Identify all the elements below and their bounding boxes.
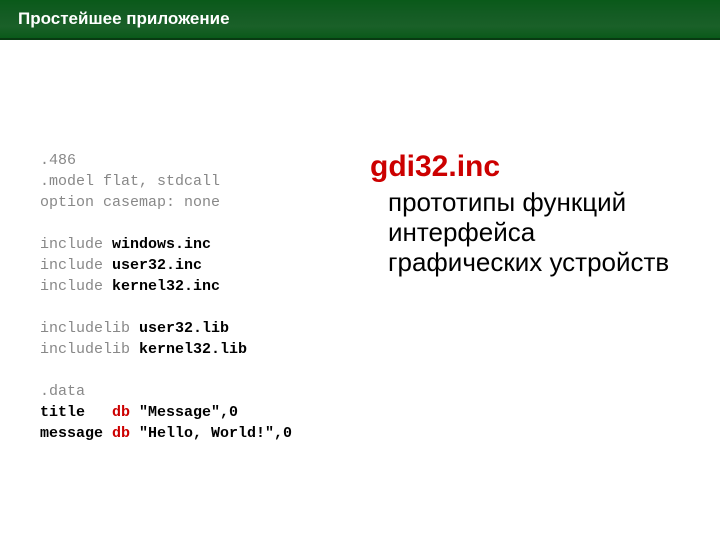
code-text: kernel32.inc — [103, 278, 220, 295]
code-keyword: db — [112, 404, 130, 421]
code-text: option casemap: none — [40, 194, 220, 211]
code-text: .data — [40, 383, 85, 400]
code-keyword: include — [40, 257, 103, 274]
slide-content: .486 .model flat, stdcall option casemap… — [0, 40, 720, 444]
code-keyword: includelib — [40, 341, 130, 358]
code-text: user32.inc — [103, 257, 202, 274]
code-text: "Message",0 — [130, 404, 238, 421]
code-text: windows.inc — [103, 236, 211, 253]
code-text: user32.lib — [130, 320, 229, 337]
code-keyword: db — [112, 425, 130, 442]
description-body: прототипы функций интерфейса графических… — [370, 188, 690, 278]
code-text: message — [40, 425, 112, 442]
code-text: .486 — [40, 152, 76, 169]
description-heading: gdi32.inc — [370, 150, 690, 184]
code-text: .model flat, stdcall — [40, 173, 220, 190]
slide-header: Простейшее приложение — [0, 0, 720, 40]
code-keyword: includelib — [40, 320, 130, 337]
code-keyword: include — [40, 278, 103, 295]
description-block: gdi32.inc прототипы функций интерфейса г… — [370, 150, 690, 444]
code-text: title — [40, 404, 112, 421]
code-block: .486 .model flat, stdcall option casemap… — [40, 150, 360, 444]
code-keyword: include — [40, 236, 103, 253]
slide-title: Простейшее приложение — [18, 9, 230, 29]
code-text: "Hello, World!",0 — [130, 425, 292, 442]
code-text: kernel32.lib — [130, 341, 247, 358]
